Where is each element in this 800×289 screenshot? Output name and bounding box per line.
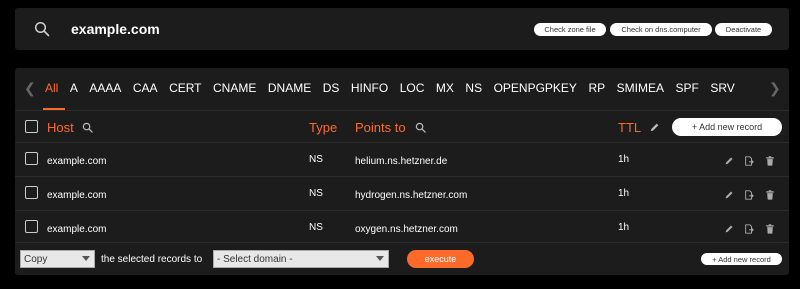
tab-hinfo[interactable]: HINFO [351,81,388,95]
tab-loc[interactable]: LOC [400,81,425,95]
check-zone-file-button[interactable]: Check zone file [534,23,606,36]
bulk-action-label: the selected records to [101,254,203,265]
target-domain-select[interactable]: - Select domain - [213,250,389,268]
row-checkbox[interactable] [25,152,38,165]
search-icon [34,21,50,37]
domain-header: example.com Check zone file Check on dns… [15,8,789,50]
chevron-down-icon [376,256,384,261]
pencil-icon[interactable] [724,224,734,234]
record-type-tabs: All A AAAA CAA CERT CNAME DNAME DS HINFO… [45,81,746,95]
pencil-icon[interactable] [724,190,734,200]
export-icon[interactable] [744,156,754,166]
tab-ds[interactable]: DS [323,81,340,95]
export-icon[interactable] [744,224,754,234]
export-icon[interactable] [744,190,754,200]
bulk-action-value: Copy [24,253,48,265]
table-row: example.com NS oxygen.ns.hetzner.com 1h [15,210,789,244]
tab-aaaa[interactable]: AAAA [89,81,121,95]
search-icon[interactable] [82,122,93,133]
domain-name: example.com [71,21,160,37]
check-on-dns-computer-button[interactable]: Check on dns.computer [610,23,712,36]
record-host: example.com [47,156,107,167]
scroll-left-arrow-icon[interactable]: ❮ [24,80,36,97]
table-row: example.com NS helium.ns.hetzner.de 1h [15,142,789,176]
record-ttl: 1h [618,188,630,199]
chevron-down-icon [82,256,90,261]
record-points-to: hydrogen.ns.hetzner.com [355,190,468,201]
row-checkbox[interactable] [25,186,38,199]
record-points-to: helium.ns.hetzner.de [355,156,448,167]
search-icon[interactable] [415,122,426,133]
trash-icon[interactable] [765,190,775,200]
tab-caa[interactable]: CAA [133,81,158,95]
execute-button[interactable]: execute [407,250,474,268]
pencil-icon[interactable] [724,156,734,166]
tab-rp[interactable]: RP [588,81,605,95]
tab-smimea[interactable]: SMIMEA [617,81,664,95]
record-host: example.com [47,224,107,235]
tab-dname[interactable]: DNAME [268,81,311,95]
record-host: example.com [47,190,107,201]
tab-ns[interactable]: NS [465,81,482,95]
record-type: NS [309,154,323,165]
scroll-right-arrow-icon[interactable]: ❯ [769,80,781,97]
target-domain-value: - Select domain - [217,253,293,265]
record-ttl: 1h [618,222,630,233]
points-to-column-header[interactable]: Points to [355,120,406,135]
trash-icon[interactable] [765,156,775,166]
tab-openpgpkey[interactable]: OPENPGPKEY [494,81,577,95]
deactivate-button[interactable]: Deactivate [715,23,772,36]
records-panel: ❮ All A AAAA CAA CERT CNAME DNAME DS HIN… [15,68,789,275]
bulk-action-select[interactable]: Copy [20,250,95,268]
trash-icon[interactable] [765,224,775,234]
pencil-icon[interactable] [649,122,660,133]
host-column-header[interactable]: Host [47,120,74,135]
tab-a[interactable]: A [70,81,78,95]
record-ttl: 1h [618,154,630,165]
table-row: example.com NS hydrogen.ns.hetzner.com 1… [15,176,789,210]
tab-all[interactable]: All [45,81,58,95]
divider [15,242,789,243]
record-points-to: oxygen.ns.hetzner.com [355,224,458,235]
tab-mx[interactable]: MX [436,81,454,95]
add-new-record-button[interactable]: + Add new record [672,118,782,136]
tab-spf[interactable]: SPF [675,81,698,95]
select-all-checkbox[interactable] [25,120,38,133]
ttl-column-header[interactable]: TTL [618,120,641,135]
row-checkbox[interactable] [25,220,38,233]
tab-srv[interactable]: SRV [710,81,734,95]
record-type: NS [309,222,323,233]
add-new-record-button[interactable]: + Add new record [701,253,782,265]
tab-cert[interactable]: CERT [169,81,201,95]
record-type: NS [309,188,323,199]
type-column-header[interactable]: Type [309,120,337,135]
tab-cname[interactable]: CNAME [213,81,256,95]
divider [15,110,789,111]
